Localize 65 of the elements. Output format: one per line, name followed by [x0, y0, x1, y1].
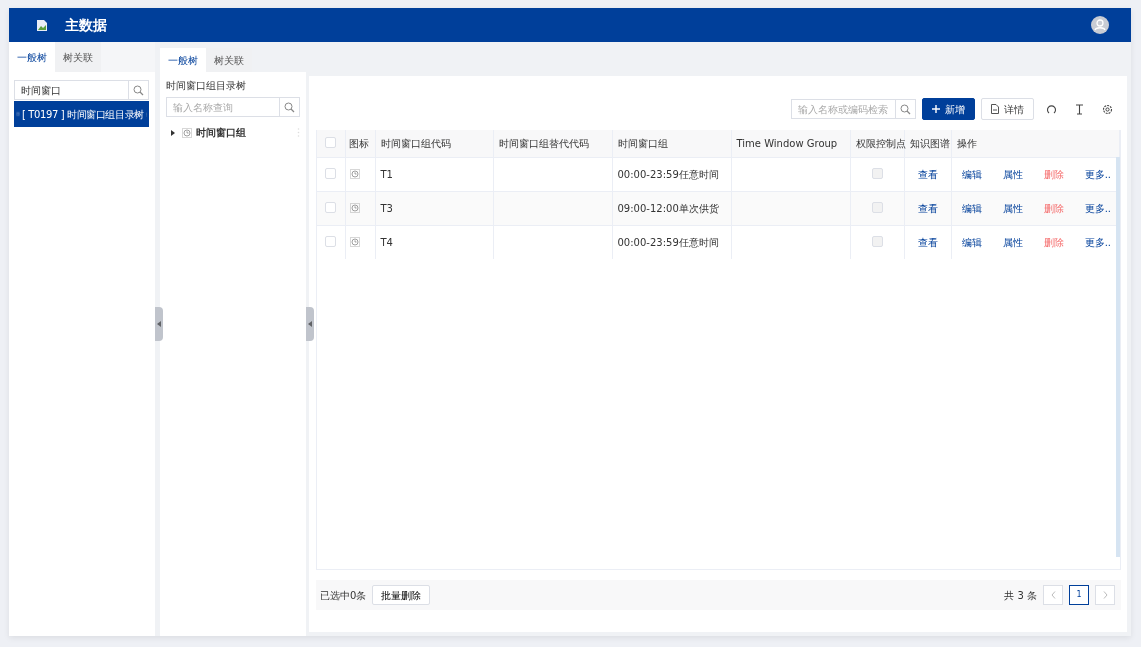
search-field[interactable]: 输入名称或编码检索 — [791, 99, 916, 119]
next-page-button[interactable] — [1095, 585, 1115, 605]
table-cell: T1 — [380, 168, 393, 180]
collapse-handle[interactable] — [155, 307, 163, 341]
action-link[interactable]: 更多.. — [1084, 234, 1111, 250]
collapse-handle[interactable] — [306, 307, 314, 341]
column-header: 知识图谱 — [909, 137, 950, 149]
plus-icon — [932, 105, 940, 113]
view-link[interactable]: 查看 — [917, 168, 938, 180]
search-field[interactable]: 输入名称查询 — [166, 97, 300, 117]
table-cell: T3 — [380, 202, 393, 214]
action-link[interactable]: 属性 — [1002, 166, 1023, 182]
column-header: Time Window Group — [736, 137, 838, 149]
app-title: 主数据 — [65, 15, 107, 35]
settings-icon — [1101, 103, 1113, 115]
action-link[interactable]: 编辑 — [961, 234, 982, 250]
tab[interactable]: 一般树 — [160, 48, 206, 72]
action-link[interactable]: 更多.. — [1084, 200, 1111, 216]
row-checkbox[interactable] — [325, 202, 337, 213]
column-header: 时间窗口组 — [617, 137, 668, 149]
document-icon — [991, 104, 999, 114]
panel-heading: 时间窗口组目录树 — [166, 79, 247, 93]
chevron-left-icon — [1050, 591, 1056, 599]
column-header: 时间窗口组代码 — [380, 137, 451, 149]
tree-item-label: [ T0197 ] 时间窗口组目录树 — [22, 107, 144, 122]
previous-page-button[interactable] — [1043, 585, 1063, 605]
selection-count: 已选中0条 — [320, 588, 367, 603]
scrollbar[interactable] — [1116, 157, 1120, 557]
batch-delete-button[interactable]: 批量删除 — [372, 585, 431, 605]
column-header: 时间窗口组替代代码 — [498, 137, 589, 149]
select-all-checkbox[interactable] — [325, 137, 337, 149]
detail-button[interactable]: 详情 — [981, 98, 1034, 120]
view-link[interactable]: 查看 — [917, 236, 938, 248]
text-height-icon — [1073, 103, 1085, 115]
tree-node[interactable]: 时间窗口组 — [166, 125, 300, 140]
row-checkbox[interactable] — [325, 236, 337, 248]
broken-image-icon — [37, 19, 47, 31]
page-button[interactable]: 1 — [1069, 585, 1089, 605]
table-cell: 00:00-23:59任意时间 — [617, 168, 719, 180]
total-count: 共 3 条 — [1004, 588, 1037, 603]
table-cell: 09:00-12:00单次供货 — [617, 202, 719, 214]
chevron-right-icon — [1102, 591, 1108, 599]
view-link[interactable]: 查看 — [917, 202, 938, 214]
search-icon — [284, 101, 295, 113]
row-checkbox[interactable] — [325, 168, 337, 179]
search-icon — [133, 84, 144, 96]
action-link[interactable]: 属性 — [1002, 234, 1023, 250]
tree-item[interactable]: [ T0197 ] 时间窗口组目录树 — [14, 101, 149, 127]
column-header: 操作 — [956, 137, 977, 149]
tab[interactable]: 一般树 — [9, 42, 55, 72]
tab[interactable]: 树关联 — [55, 42, 101, 72]
table-cell: 00:00-23:59任意时间 — [617, 236, 719, 248]
search-icon — [900, 103, 911, 115]
action-link[interactable]: 编辑 — [961, 200, 982, 216]
caret-icon — [308, 321, 312, 327]
table-cell: T4 — [380, 236, 393, 248]
avatar-icon — [1091, 16, 1109, 34]
column-header: 图标 — [348, 137, 369, 149]
action-link[interactable]: 更多.. — [1084, 166, 1111, 182]
refresh-icon — [1045, 103, 1057, 115]
add-button[interactable]: 新增 — [922, 98, 975, 120]
search-field[interactable]: 时间窗口 — [14, 80, 149, 100]
action-link[interactable]: 属性 — [1002, 200, 1023, 216]
column-header: 权限控制点 — [855, 137, 906, 149]
action-link[interactable]: 编辑 — [961, 166, 982, 182]
